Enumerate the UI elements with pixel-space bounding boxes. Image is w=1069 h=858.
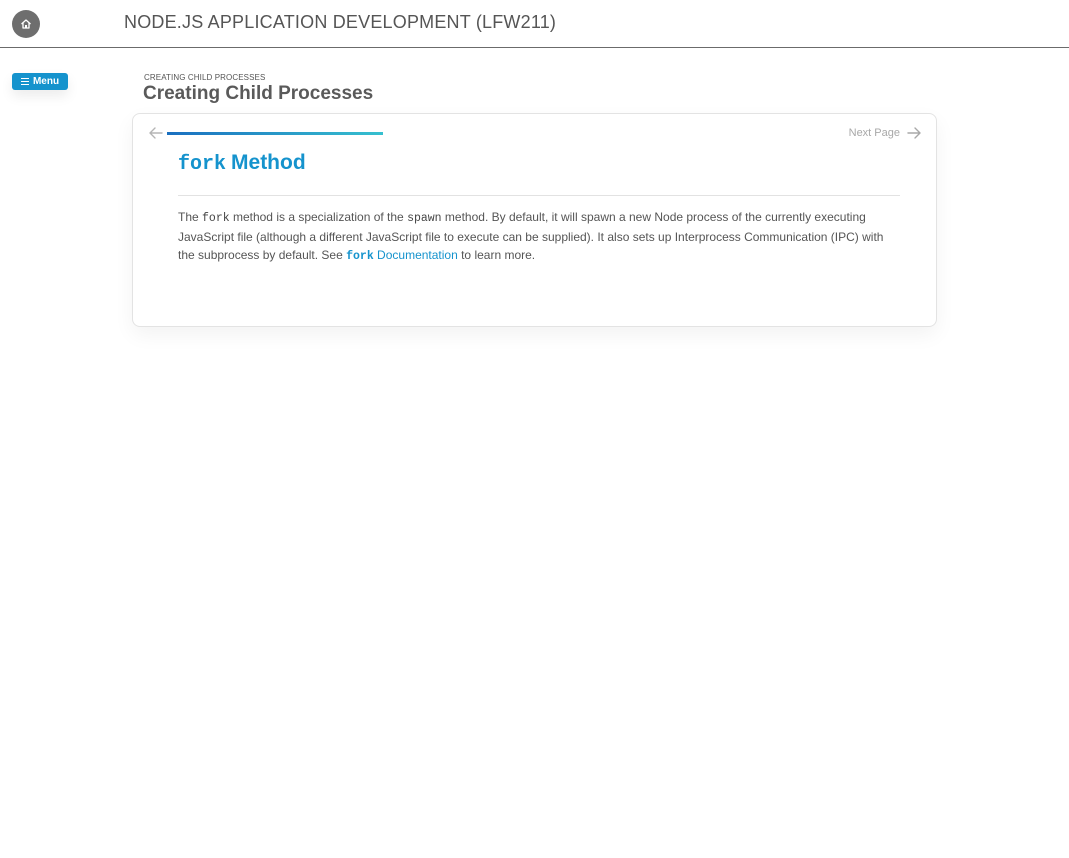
heading-text: Method <box>231 151 306 174</box>
text-segment: The <box>178 210 203 224</box>
content-card: Next Page fork Method The fork method is … <box>132 113 937 327</box>
menu-label: Menu <box>32 76 60 87</box>
arrow-left-icon <box>149 127 163 139</box>
next-page-label: Next Page <box>848 127 900 139</box>
course-title: NODE.JS APPLICATION DEVELOPMENT (LFW211) <box>124 12 557 32</box>
arrow-right-icon <box>907 127 921 139</box>
divider <box>178 195 900 196</box>
heading-code: fork <box>178 153 227 176</box>
previous-page-button[interactable] <box>148 125 164 141</box>
body-paragraph: The fork method is a specialization of t… <box>178 208 900 266</box>
link-code: fork <box>346 250 374 263</box>
menu-button[interactable]: Menu <box>12 73 68 90</box>
link-text: Documentation <box>373 248 458 262</box>
inline-code-fork: fork <box>202 212 230 225</box>
progress-fill <box>167 132 383 135</box>
text-segment: to learn more. <box>457 248 536 262</box>
home-button[interactable] <box>12 10 40 38</box>
hamburger-icon <box>20 78 29 86</box>
next-page-button[interactable]: Next Page <box>849 125 922 141</box>
breadcrumb: CREATING CHILD PROCESSES <box>144 73 266 82</box>
top-bar: NODE.JS APPLICATION DEVELOPMENT (LFW211) <box>0 0 1069 48</box>
progress-bar <box>167 132 383 135</box>
page-title: Creating Child Processes <box>143 83 374 104</box>
text-segment: method is a specialization of the <box>229 210 408 224</box>
home-icon <box>21 19 31 29</box>
inline-code-spawn: spawn <box>407 212 442 225</box>
fork-documentation-link[interactable]: fork Documentation <box>346 248 458 263</box>
section-heading: fork Method <box>178 151 306 176</box>
